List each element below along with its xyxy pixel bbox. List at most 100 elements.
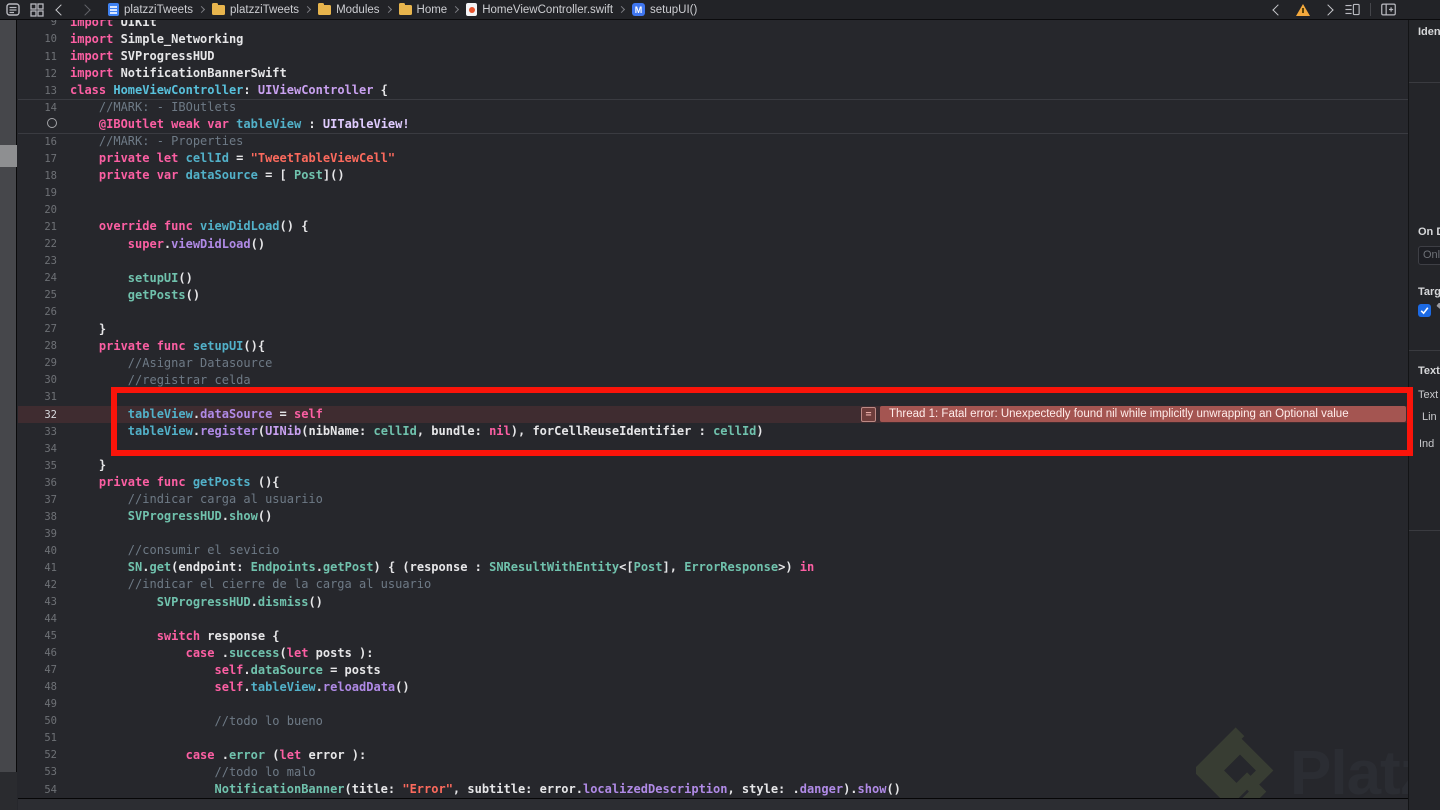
breadcrumb-item-setupui--[interactable]: MsetupUI() xyxy=(632,3,697,16)
code-line-45[interactable]: 45 switch response { xyxy=(18,628,1408,645)
target-checkbox[interactable] xyxy=(1418,304,1431,317)
line-number[interactable]: 43 xyxy=(18,596,57,608)
code-line-29[interactable]: 29 //Asignar Datasource xyxy=(18,355,1408,372)
line-number[interactable]: 54 xyxy=(18,784,57,796)
code-line-25[interactable]: 25 getPosts() xyxy=(18,287,1408,304)
code-line-36[interactable]: 36 private func getPosts (){ xyxy=(18,474,1408,491)
code-line-48[interactable]: 48 self.tableView.reloadData() xyxy=(18,679,1408,696)
code-line-35[interactable]: 35 } xyxy=(18,457,1408,474)
code-line-27[interactable]: 27 } xyxy=(18,321,1408,338)
code-line-52[interactable]: 52 case .error (let error ): xyxy=(18,747,1408,764)
code-line-54[interactable]: 54 NotificationBanner(title: "Error", su… xyxy=(18,781,1408,798)
line-number[interactable]: 45 xyxy=(18,630,57,642)
back-icon[interactable] xyxy=(53,2,68,17)
line-number[interactable]: 18 xyxy=(18,170,57,182)
line-number[interactable]: 16 xyxy=(18,136,57,148)
code-line-16[interactable]: 16 //MARK: - Properties xyxy=(18,133,1408,150)
line-number[interactable]: 42 xyxy=(18,579,57,591)
warning-icon[interactable] xyxy=(1295,2,1310,17)
code-line-43[interactable]: 43 SVProgressHUD.dismiss() xyxy=(18,594,1408,611)
code-line-13[interactable]: 13 class HomeViewController: UIViewContro… xyxy=(18,82,1408,99)
code-line-31[interactable]: 31 xyxy=(18,389,1408,406)
issue-back-icon[interactable] xyxy=(1270,2,1285,17)
code-line-38[interactable]: 38 SVProgressHUD.show() xyxy=(18,508,1408,525)
line-number[interactable]: 20 xyxy=(18,204,57,216)
line-number[interactable]: 19 xyxy=(18,187,57,199)
line-number[interactable]: 27 xyxy=(18,323,57,335)
code-line-18[interactable]: 18 private var dataSource = [ Post]() xyxy=(18,167,1408,184)
code-line-11[interactable]: 11 import SVProgressHUD xyxy=(18,48,1408,65)
line-number[interactable]: 17 xyxy=(18,153,57,165)
line-number[interactable]: 39 xyxy=(18,528,57,540)
code-line-15[interactable]: @IBOutlet weak var tableView : UITableVi… xyxy=(18,116,1408,133)
code-line-46[interactable]: 46 case .success(let posts ): xyxy=(18,645,1408,662)
line-number[interactable]: 40 xyxy=(18,545,57,557)
line-number[interactable]: 51 xyxy=(18,732,57,744)
code-line-33[interactable]: 33 tableView.register(UINib(nibName: cel… xyxy=(18,423,1408,440)
focus-ribbon-thumb[interactable] xyxy=(0,145,17,167)
line-number[interactable]: 12 xyxy=(18,68,57,80)
code-line-10[interactable]: 10 import Simple_Networking xyxy=(18,31,1408,48)
line-number[interactable]: 25 xyxy=(18,289,57,301)
line-number[interactable]: 31 xyxy=(18,391,57,403)
code-line-53[interactable]: 53 //todo lo malo xyxy=(18,764,1408,781)
line-number[interactable]: 38 xyxy=(18,511,57,523)
code-line-42[interactable]: 42 //indicar el cierre de la carga al us… xyxy=(18,576,1408,593)
code-line-14[interactable]: 14 //MARK: - IBOutlets xyxy=(18,99,1408,116)
line-number[interactable]: 46 xyxy=(18,647,57,659)
issue-forward-icon[interactable] xyxy=(1320,2,1335,17)
code-line-40[interactable]: 40 //consumir el sevicio xyxy=(18,542,1408,559)
on-demand-tags-field[interactable]: Only xyxy=(1418,246,1440,265)
code-line-20[interactable]: 20 xyxy=(18,201,1408,218)
breadcrumb-item-homeviewcontroller-swift[interactable]: HomeViewController.swift xyxy=(466,3,613,16)
line-number[interactable]: 44 xyxy=(18,613,57,625)
line-number[interactable]: 52 xyxy=(18,749,57,761)
line-number[interactable]: 13 xyxy=(18,85,57,97)
add-editor-icon[interactable] xyxy=(1381,2,1396,17)
code-line-9[interactable]: 9 import UIKit xyxy=(18,20,1408,31)
forward-icon[interactable] xyxy=(77,2,92,17)
code-line-50[interactable]: 50 //todo lo bueno xyxy=(18,713,1408,730)
code-line-24[interactable]: 24 setupUI() xyxy=(18,270,1408,287)
line-number[interactable]: 26 xyxy=(18,306,57,318)
line-number[interactable]: 33 xyxy=(18,426,57,438)
line-number[interactable]: 53 xyxy=(18,766,57,778)
related-items-icon[interactable] xyxy=(5,2,20,17)
line-number[interactable]: 41 xyxy=(18,562,57,574)
code-line-51[interactable]: 51 xyxy=(18,730,1408,747)
line-number[interactable]: 29 xyxy=(18,357,57,369)
line-number[interactable]: 21 xyxy=(18,221,57,233)
line-number[interactable]: 30 xyxy=(18,374,57,386)
code-line-21[interactable]: 21 override func viewDidLoad() { xyxy=(18,218,1408,235)
breadcrumb-item-platzzitweets[interactable]: platzziTweets xyxy=(212,2,299,16)
code-line-37[interactable]: 37 //indicar carga al usuariio xyxy=(18,491,1408,508)
error-banner[interactable]: Thread 1: Fatal error: Unexpectedly foun… xyxy=(880,406,1406,423)
line-number[interactable]: 50 xyxy=(18,715,57,727)
code-line-47[interactable]: 47 self.dataSource = posts xyxy=(18,662,1408,679)
line-number[interactable]: 23 xyxy=(18,255,57,267)
code-line-41[interactable]: 41 SN.get(endpoint: Endpoints.getPost) {… xyxy=(18,559,1408,576)
line-number[interactable]: 14 xyxy=(18,102,57,114)
code-line-28[interactable]: 28 private func setupUI(){ xyxy=(18,338,1408,355)
line-number[interactable]: 28 xyxy=(18,340,57,352)
code-line-30[interactable]: 30 //registrar celda xyxy=(18,372,1408,389)
line-number[interactable]: 32 xyxy=(18,409,57,421)
line-number[interactable]: 22 xyxy=(18,238,57,250)
code-line-49[interactable]: 49 xyxy=(18,696,1408,713)
line-number[interactable]: 48 xyxy=(18,681,57,693)
code-line-44[interactable]: 44 xyxy=(18,611,1408,628)
code-line-39[interactable]: 39 xyxy=(18,525,1408,542)
line-number[interactable]: 47 xyxy=(18,664,57,676)
editor-options-icon[interactable] xyxy=(1345,2,1360,17)
code-line-32[interactable]: 32 tableView.dataSource = self = Thread 1:… xyxy=(18,405,1408,424)
line-number[interactable]: 11 xyxy=(18,51,57,63)
tab-grid-icon[interactable] xyxy=(29,2,44,17)
error-badge-icon[interactable]: = xyxy=(861,406,876,422)
code-editor[interactable]: Platzi 9import UIKit10import Simple_Netw… xyxy=(18,20,1408,810)
outlet-connector[interactable] xyxy=(18,118,57,131)
code-line-23[interactable]: 23 xyxy=(18,253,1408,270)
line-number[interactable]: 49 xyxy=(18,698,57,710)
code-line-12[interactable]: 12 import NotificationBannerSwift xyxy=(18,65,1408,82)
line-number[interactable]: 24 xyxy=(18,272,57,284)
line-number[interactable]: 35 xyxy=(18,460,57,472)
